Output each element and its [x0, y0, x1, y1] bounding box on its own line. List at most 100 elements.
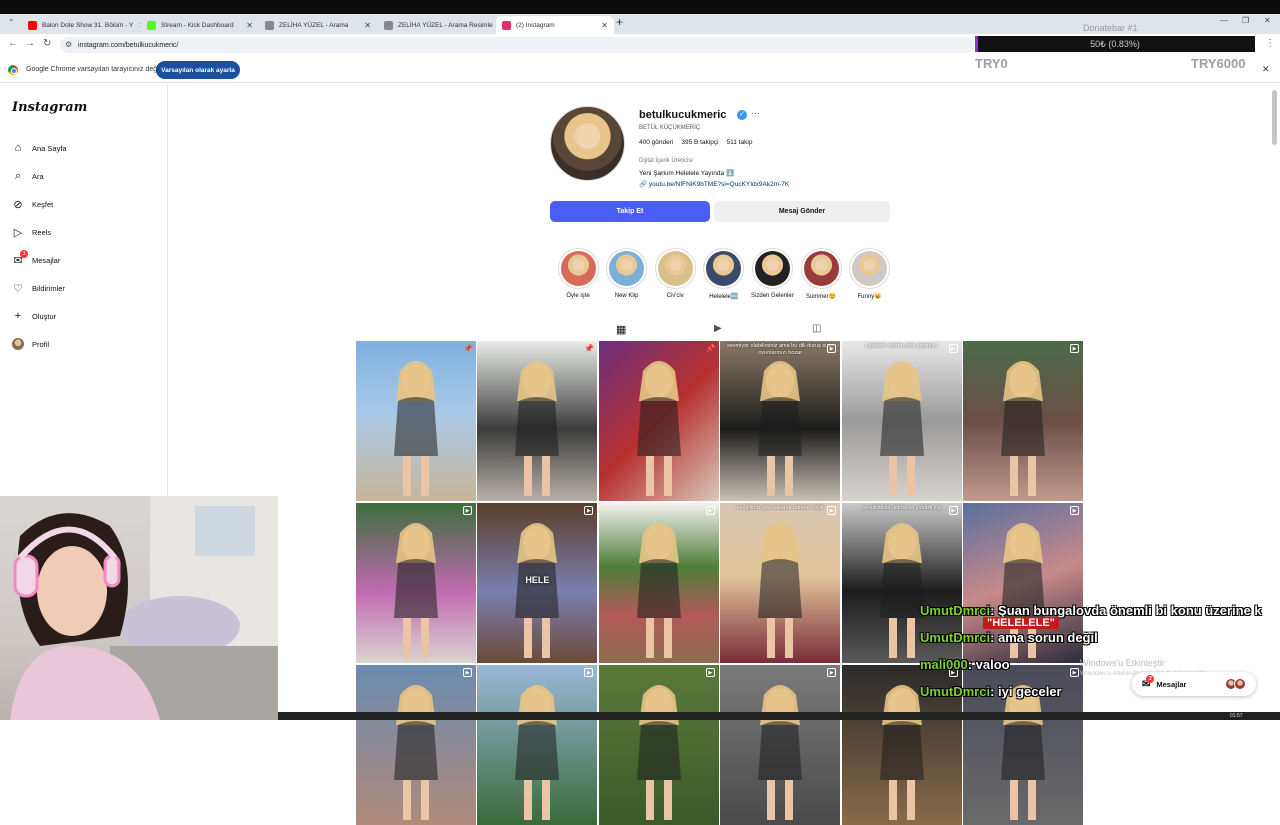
story-highlight-thumbnail — [849, 248, 891, 289]
windows-activate-title: Windows'u Etkinleştir — [1080, 658, 1165, 668]
more-options-icon[interactable]: ··· — [751, 108, 760, 118]
sidebar-item-label: Keşfet — [32, 199, 54, 209]
chat-text: : Şuan bungalovda önemli bi konu üzerine… — [990, 603, 1262, 618]
posts-count[interactable]: 400 gönderi — [639, 139, 673, 146]
sidebar-item-reels[interactable]: ▷ Reels — [12, 225, 51, 239]
tab-close-icon[interactable]: ✕ — [601, 21, 608, 30]
post-thumbnail[interactable]: ▶ — [963, 341, 1083, 501]
post-thumbnail[interactable]: sevgilimiz gibi sakarak datene ciktik ▶ — [720, 503, 841, 663]
story-highlight-thumbnail — [800, 248, 842, 289]
home-icon: ⌂ — [14, 142, 22, 154]
taskbar — [278, 712, 1280, 720]
profile-picture[interactable] — [550, 106, 625, 181]
story-highlight-thumbnail — [557, 248, 599, 289]
sidebar-item-oluştur[interactable]: + Oluştur — [12, 309, 56, 323]
post-thumbnail[interactable]: ▶ — [356, 503, 476, 663]
sidebar-item-mesajlar[interactable]: ✉ 3 Mesajlar — [12, 250, 61, 267]
browser-tab[interactable]: ZELİHA YÜZEL - Arama Resimle✕ — [378, 16, 496, 34]
post-image — [636, 361, 681, 496]
post-thumbnail[interactable]: ▶ — [720, 665, 841, 825]
reload-button[interactable]: ↻ — [43, 38, 51, 49]
scrollbar[interactable] — [1272, 90, 1277, 145]
post-image — [515, 361, 560, 496]
tab-close-icon[interactable]: ✕ — [138, 21, 140, 30]
clock: 01:57 — [1230, 713, 1243, 719]
post-image — [758, 361, 803, 496]
minimize-button[interactable]: — — [1220, 16, 1228, 25]
sidebar-item-label: Mesajlar — [32, 255, 61, 265]
instagram-logo[interactable]: Instagram — [12, 100, 87, 115]
tab-close-icon[interactable]: ✕ — [364, 21, 371, 30]
profile-link[interactable]: 🔗 youtu.be/NfFNiK9bTME?si=QucKYIdx9Ak2m-… — [639, 180, 789, 188]
followers-count[interactable]: 395 B takipçi — [681, 139, 718, 146]
post-image — [636, 685, 681, 820]
set-default-button[interactable]: Varsayılan olarak ayarla — [156, 61, 240, 79]
verified-badge-icon: ✓ — [737, 110, 747, 120]
post-image — [758, 685, 803, 820]
restore-button[interactable]: ❐ — [1242, 16, 1249, 25]
chat-username: mali000 — [920, 657, 968, 672]
tab-favicon-icon — [384, 20, 393, 30]
post-thumbnail[interactable]: ▶ — [356, 665, 476, 825]
post-image — [879, 361, 924, 496]
browser-tab[interactable]: ZELİHA YÜZEL - Arama ✕ — [259, 16, 377, 34]
profile-stats: 400 gönderi 395 B takipçi 511 takip — [639, 139, 752, 146]
sidebar-item-keşfet[interactable]: ⊘ Keşfet — [12, 197, 53, 211]
post-thumbnail[interactable]: HELE ▶ — [477, 503, 598, 663]
browser-tab[interactable]: Stream - Kick Dashboard ✕ — [141, 16, 259, 34]
post-thumbnail[interactable]: ▶ — [598, 665, 719, 825]
sidebar-item-label: Reels — [32, 227, 52, 237]
tab-close-icon[interactable]: ✕ — [246, 21, 253, 30]
profile-link-text[interactable]: youtu.be/NfFNiK9bTME?si=QucKYIdx9Ak2m-7K — [649, 181, 789, 188]
story-highlight-thumbnail — [751, 248, 793, 289]
donatebar-title: Donatebar #1 — [1083, 23, 1138, 33]
follow-button[interactable]: Takip Et — [550, 201, 710, 222]
browser-tab[interactable]: (2) Instagram ✕ — [496, 16, 614, 34]
reels-icon: ▶ — [463, 668, 472, 677]
story-highlight[interactable]: Funny😺 — [840, 248, 900, 300]
post-thumbnail[interactable]: 📌 — [598, 341, 719, 501]
reels-tab-icon[interactable]: ▶ — [714, 323, 722, 334]
browser-tab[interactable]: Balon Dote Show 31. Bölüm - Y ✕ — [22, 16, 140, 34]
back-button[interactable]: ← — [8, 38, 18, 49]
chat-message: mali000: valoo — [920, 657, 1010, 672]
send-message-button[interactable]: Mesaj Gönder — [714, 201, 890, 222]
post-caption-overlay: sevgilimiz gibi sakarak datene ciktik — [736, 505, 824, 511]
sidebar-item-label: Bildirimler — [32, 283, 65, 293]
tab-title: ZELİHA YÜZEL - Arama Resimle — [398, 21, 493, 29]
sidebar-item-ara[interactable]: ⌕ Ara — [12, 169, 44, 183]
tagged-tab-icon[interactable]: ◫ — [812, 323, 821, 334]
sidebar-item-bildirimler[interactable]: ♡ Bildirimler — [12, 281, 65, 295]
post-image — [758, 523, 803, 658]
post-thumbnail[interactable]: sevmiyor olabilirsiniz ama bu dili duruş… — [720, 341, 841, 501]
post-thumbnail[interactable]: 📌 — [356, 341, 476, 501]
new-tab-button[interactable]: + — [616, 15, 623, 29]
infobar-close-icon[interactable]: ✕ — [1262, 64, 1270, 75]
site-info-icon[interactable]: ⚙ — [65, 40, 72, 49]
url-input[interactable]: ⚙ instagram.com/betulkucukmeric/ — [60, 37, 975, 53]
chat-message: UmutDmrci: iyi geceler — [920, 684, 1062, 699]
close-window-button[interactable]: ✕ — [1264, 16, 1271, 25]
following-count[interactable]: 511 takip — [727, 139, 753, 146]
story-highlight-image — [852, 251, 888, 286]
messages-pill[interactable]: ✉ 2 Mesajlar — [1132, 672, 1256, 696]
reels-icon: ▶ — [463, 506, 472, 515]
post-thumbnail[interactable]: ▶ — [477, 665, 598, 825]
sidebar-item-ana-sayfa[interactable]: ⌂ Ana Sayfa — [12, 141, 67, 155]
tab-search-icon[interactable]: ⌄ — [8, 14, 15, 23]
notification-badge: 3 — [20, 250, 28, 258]
sidebar-item-profil[interactable]: Profil — [12, 337, 49, 351]
post-thumbnail[interactable]: ( şarkımı olarmı sesi yapmış ) ▶ — [841, 341, 962, 501]
post-thumbnail[interactable]: ▶ — [598, 503, 719, 663]
post-thumbnail[interactable]: 📌 — [477, 341, 598, 501]
chrome-icon — [8, 65, 18, 75]
reels-icon: ▶ — [705, 668, 715, 677]
chat-message: UmutDmrci: Şuan bungalovda önemli bi kon… — [920, 603, 1262, 618]
heart-icon: ♡ — [13, 282, 23, 295]
pin-icon: 📌 — [705, 344, 716, 353]
posts-grid-icon[interactable]: ▦ — [616, 323, 626, 336]
webcam-image — [10, 496, 278, 720]
post-image — [394, 685, 438, 820]
menu-icon[interactable]: ⋮ — [1265, 38, 1275, 49]
forward-button[interactable]: → — [25, 38, 35, 49]
